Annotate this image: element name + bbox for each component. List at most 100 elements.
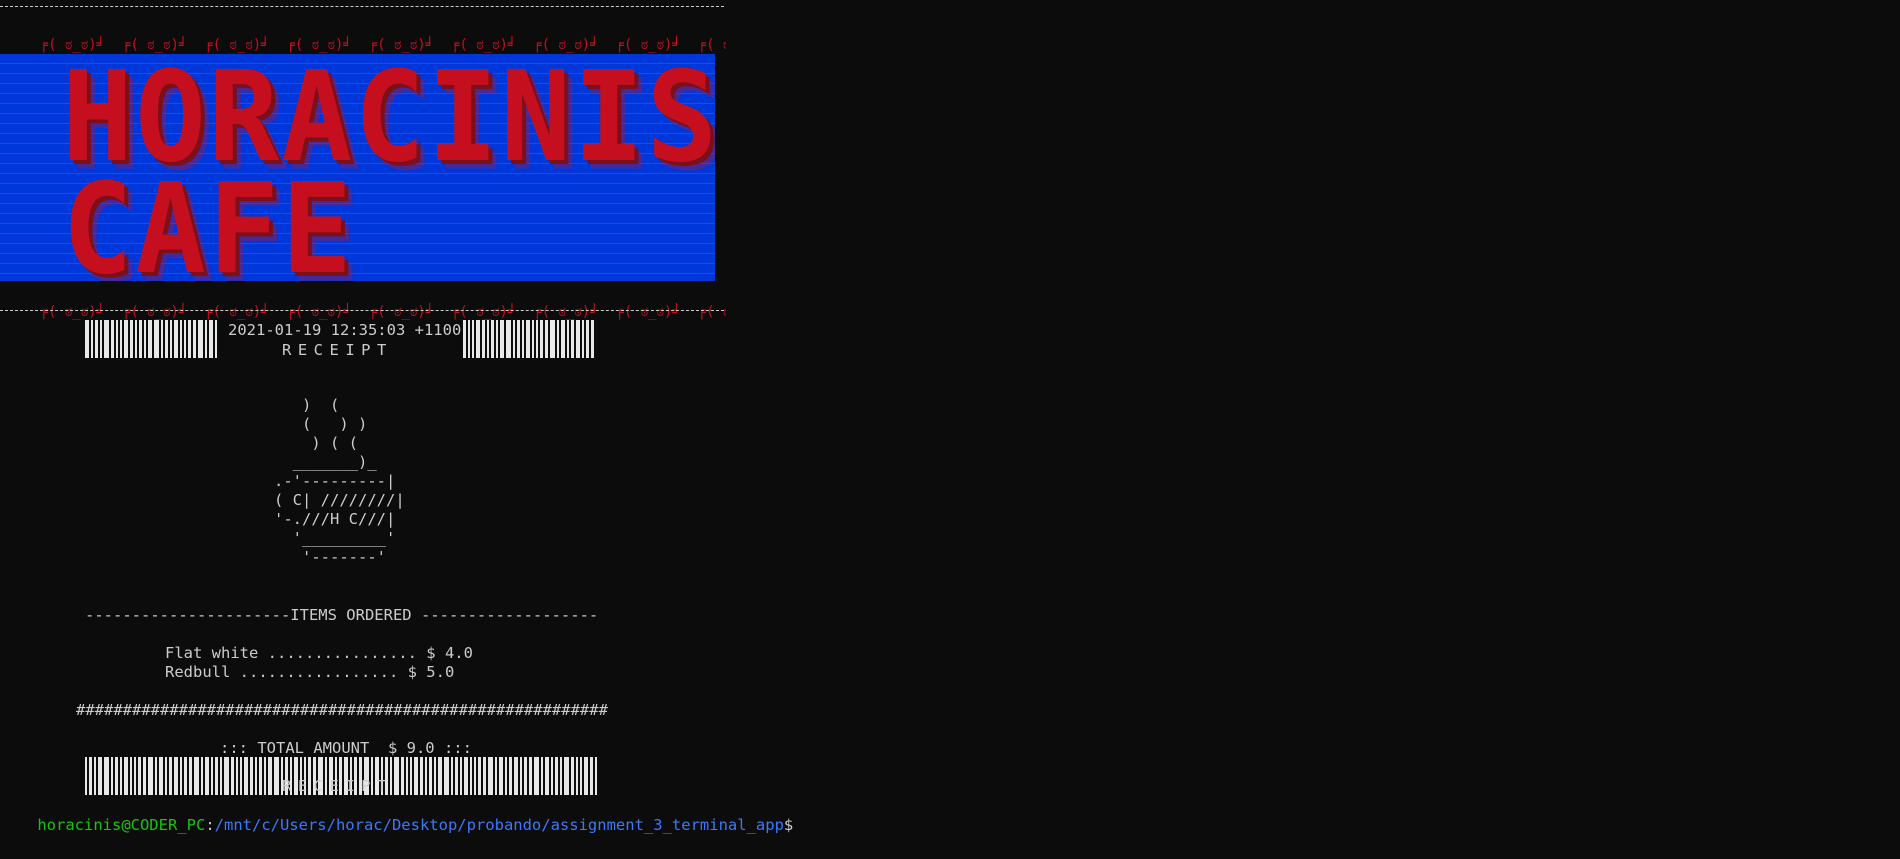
barcode-bar xyxy=(522,320,524,358)
face-token: ╒( ಠ_ಠ)╛ xyxy=(697,37,726,53)
barcode-bar xyxy=(491,320,494,358)
barcode-bar xyxy=(496,320,498,358)
barcode-bar xyxy=(414,757,418,795)
barcode-bar xyxy=(557,320,559,358)
barcode-bar xyxy=(590,757,593,795)
face-token: ╒( ಠ_ಠ)╛ xyxy=(121,37,188,53)
barcode-bar xyxy=(231,757,234,795)
barcode-bar xyxy=(174,757,178,795)
barcode-bar xyxy=(468,320,470,358)
barcode-bar xyxy=(94,757,96,795)
barcode-bar xyxy=(184,320,186,358)
barcode-bar xyxy=(198,320,203,358)
barcode-bar xyxy=(551,757,553,795)
barcode-bar xyxy=(111,757,113,795)
banner-title-line2: CAFE xyxy=(62,155,355,281)
barcode-bar xyxy=(215,757,218,795)
face-token: ╒( ಠ_ಠ)╛ xyxy=(204,37,270,53)
barcode-bar xyxy=(394,757,399,795)
barcode-bar xyxy=(180,757,182,795)
barcode-bar xyxy=(483,757,486,795)
barcode-bar xyxy=(170,320,172,358)
barcode-bar xyxy=(532,320,534,358)
barcode-bar xyxy=(201,757,203,795)
barcode-bar xyxy=(120,320,122,358)
face-token: ╒( ಠ_ಠ)╛ xyxy=(286,37,352,53)
barcode-bar xyxy=(104,757,109,795)
dashed-divider-top xyxy=(0,6,724,7)
barcode-bar xyxy=(89,757,92,795)
barcode-bar xyxy=(561,320,565,358)
barcode-bar xyxy=(189,757,192,795)
barcode-bar xyxy=(268,757,272,795)
barcode-bar xyxy=(526,320,530,358)
barcode-bar xyxy=(529,757,532,795)
barcode-bar xyxy=(138,757,141,795)
barcode-bar xyxy=(555,757,558,795)
barcode-bar xyxy=(211,757,213,795)
barcode-bar xyxy=(209,320,213,358)
face-token: ╒( ಠ_ಠ)╛ xyxy=(615,37,681,53)
barcode-bar xyxy=(499,757,503,795)
barcode-bar xyxy=(472,320,474,358)
barcode-bar xyxy=(184,757,187,795)
barcode-bar xyxy=(148,757,153,795)
barcode-bar xyxy=(534,757,539,795)
face-token: ╒( ಠ_ಠ)╛ xyxy=(533,37,599,53)
barcode-bar xyxy=(85,320,89,358)
barcode-bar xyxy=(410,757,412,795)
barcode-bar xyxy=(478,757,481,795)
barcode-bar xyxy=(259,757,262,795)
face-token: ╒( ಠ_ಠ)╛ xyxy=(368,304,435,320)
barcode-bar xyxy=(255,757,257,795)
receipt-label-top: RECEIPT xyxy=(282,341,393,359)
coffee-cup-art: ) ( ( ) ) ) ( ( _______)_ .-'---------| … xyxy=(274,396,405,566)
barcode-bar xyxy=(174,320,178,358)
barcode-bar xyxy=(564,757,569,795)
barcode-bar xyxy=(425,757,427,795)
barcode-bar xyxy=(406,757,408,795)
barcode-bar xyxy=(115,757,118,795)
barcode-bar xyxy=(180,320,182,358)
barcode-bar xyxy=(143,757,146,795)
barcode-bar xyxy=(451,757,453,795)
barcode-bar xyxy=(540,320,543,358)
barcode-right-top xyxy=(463,320,598,358)
barcode-bar xyxy=(586,320,589,358)
order-item: Flat white ................ $ 4.0 xyxy=(165,644,473,662)
face-token: ╒( ಠ_ಠ)╛ xyxy=(450,304,517,320)
barcode-bar xyxy=(434,757,436,795)
barcode-bar xyxy=(463,320,466,358)
barcode-bar xyxy=(487,320,489,358)
barcode-bar xyxy=(470,757,472,795)
hash-separator: ########################################… xyxy=(76,701,608,719)
prompt-user-host: horacinis@CODER_PC xyxy=(37,816,206,834)
barcode-bar xyxy=(584,757,588,795)
face-token: ╒( ಠ_ಠ)╛ xyxy=(204,304,270,320)
barcode-bar xyxy=(130,757,132,795)
barcode-bar xyxy=(488,757,493,795)
barcode-bar xyxy=(550,320,555,358)
barcode-bar xyxy=(536,320,538,358)
barcode-bar xyxy=(169,757,172,795)
barcode-bar xyxy=(401,757,404,795)
face-token: ╒( ಠ_ಠ)╛ xyxy=(286,304,352,320)
barcode-bar xyxy=(104,320,109,358)
shell-prompt[interactable]: horacinis@CODER_PC:/mnt/c/Users/horac/De… xyxy=(0,795,793,855)
barcode-bar xyxy=(244,757,248,795)
barcode-bar xyxy=(464,757,468,795)
barcode-bar xyxy=(595,757,597,795)
terminal-window[interactable]: ╒( ಠ_ಠ)╛ ╒( ಠ_ಠ)╛ ╒( ಠ_ಠ)╛ ╒( ಠ_ಠ)╛ ╒( ಠ… xyxy=(0,0,1900,859)
ascii-banner: HORACINIS CAFE xyxy=(0,54,715,281)
barcode-bar xyxy=(495,757,497,795)
barcode-bar xyxy=(188,320,191,358)
barcode-bar xyxy=(582,320,584,358)
barcode-bar xyxy=(161,320,163,358)
barcode-bar xyxy=(482,320,485,358)
barcode-bar xyxy=(580,757,582,795)
barcode-bar xyxy=(591,320,594,358)
face-token: ╒( ಠ_ಠ)╛ xyxy=(39,304,106,320)
barcode-bar xyxy=(139,320,142,358)
barcode-bar xyxy=(220,757,222,795)
barcode-bar xyxy=(250,757,253,795)
